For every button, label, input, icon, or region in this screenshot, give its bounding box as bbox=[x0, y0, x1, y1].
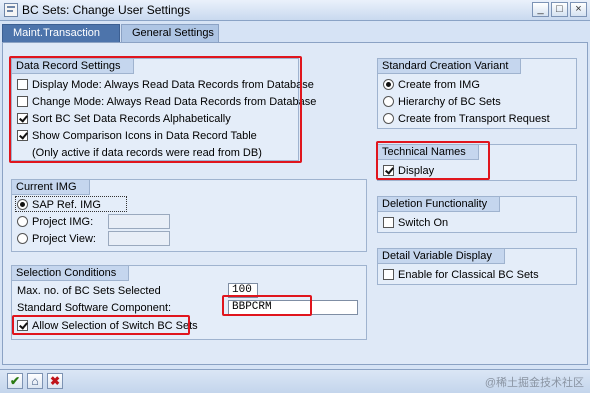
watermark: @稀土掘金技术社区 bbox=[484, 377, 584, 389]
deletion-switch-checkbox[interactable] bbox=[383, 217, 394, 228]
highlight-technical-names bbox=[376, 141, 490, 180]
title-bar: BC Sets: Change User Settings _ □ × bbox=[0, 0, 590, 21]
enable-classical-option[interactable]: Enable for Classical BC Sets bbox=[383, 268, 539, 282]
maximize-icon[interactable]: □ bbox=[551, 2, 568, 17]
detail-variable-display-title: Detail Variable Display bbox=[378, 249, 505, 264]
standard-creation-variant-group: Standard Creation Variant Create from IM… bbox=[377, 58, 577, 129]
highlight-data-record-settings bbox=[9, 56, 302, 163]
window-app-icon bbox=[4, 3, 18, 17]
close-icon[interactable]: × bbox=[570, 2, 587, 17]
project-view-option[interactable]: Project View: bbox=[17, 232, 96, 246]
highlight-allow-switch bbox=[12, 315, 190, 335]
deletion-functionality-group: Deletion Functionality Switch On bbox=[377, 196, 577, 233]
hierarchy-bc-sets-radio[interactable] bbox=[383, 96, 394, 107]
project-view-label: Project View: bbox=[32, 233, 96, 245]
save-icon[interactable]: ⌂ bbox=[27, 373, 43, 389]
project-img-label: Project IMG: bbox=[32, 216, 94, 228]
create-from-transport-radio[interactable] bbox=[383, 113, 394, 124]
hierarchy-bc-sets-label: Hierarchy of BC Sets bbox=[398, 96, 501, 108]
deletion-functionality-title: Deletion Functionality bbox=[378, 197, 501, 212]
project-view-radio[interactable] bbox=[17, 233, 28, 244]
enable-classical-checkbox[interactable] bbox=[383, 269, 394, 280]
deletion-switch-option[interactable]: Switch On bbox=[383, 216, 448, 230]
current-img-group: Current IMG SAP Ref. IMG Project IMG: Pr… bbox=[11, 179, 367, 252]
sap-ref-img-option[interactable]: SAP Ref. IMG bbox=[17, 198, 101, 212]
hierarchy-bc-sets-option[interactable]: Hierarchy of BC Sets bbox=[383, 95, 501, 109]
sap-ref-img-radio[interactable] bbox=[17, 199, 28, 210]
cancel-icon[interactable]: ✖ bbox=[47, 373, 63, 389]
create-from-transport-option[interactable]: Create from Transport Request bbox=[383, 112, 550, 126]
create-from-img-label: Create from IMG bbox=[398, 79, 480, 91]
enable-classical-label: Enable for Classical BC Sets bbox=[398, 269, 539, 281]
selection-conditions-title: Selection Conditions bbox=[12, 266, 130, 281]
sap-ref-img-label: SAP Ref. IMG bbox=[32, 199, 101, 211]
highlight-software-component bbox=[222, 295, 312, 316]
create-from-transport-label: Create from Transport Request bbox=[398, 113, 550, 125]
project-img-radio[interactable] bbox=[17, 216, 28, 227]
standard-creation-variant-title: Standard Creation Variant bbox=[378, 59, 522, 74]
current-img-title: Current IMG bbox=[12, 180, 90, 195]
create-from-img-radio[interactable] bbox=[383, 79, 394, 90]
max-bc-sets-label: Max. no. of BC Sets Selected bbox=[17, 285, 161, 297]
project-img-option[interactable]: Project IMG: bbox=[17, 215, 93, 229]
window-title: BC Sets: Change User Settings bbox=[22, 3, 191, 17]
tab-maint-transaction[interactable]: Maint.Transaction bbox=[2, 24, 120, 42]
tab-panel: Data Record Settings Display Mode: Alway… bbox=[2, 42, 588, 365]
detail-variable-display-group: Detail Variable Display Enable for Class… bbox=[377, 248, 577, 285]
deletion-switch-label: Switch On bbox=[398, 217, 449, 229]
create-from-img-option[interactable]: Create from IMG bbox=[383, 78, 480, 92]
project-img-field[interactable] bbox=[108, 214, 170, 229]
project-view-field[interactable] bbox=[108, 231, 170, 246]
tab-general-settings[interactable]: General Settings bbox=[121, 24, 219, 42]
software-component-label: Standard Software Component: bbox=[17, 302, 172, 314]
minimize-icon[interactable]: _ bbox=[532, 2, 549, 17]
checkmark-icon[interactable]: ✔ bbox=[7, 373, 23, 389]
